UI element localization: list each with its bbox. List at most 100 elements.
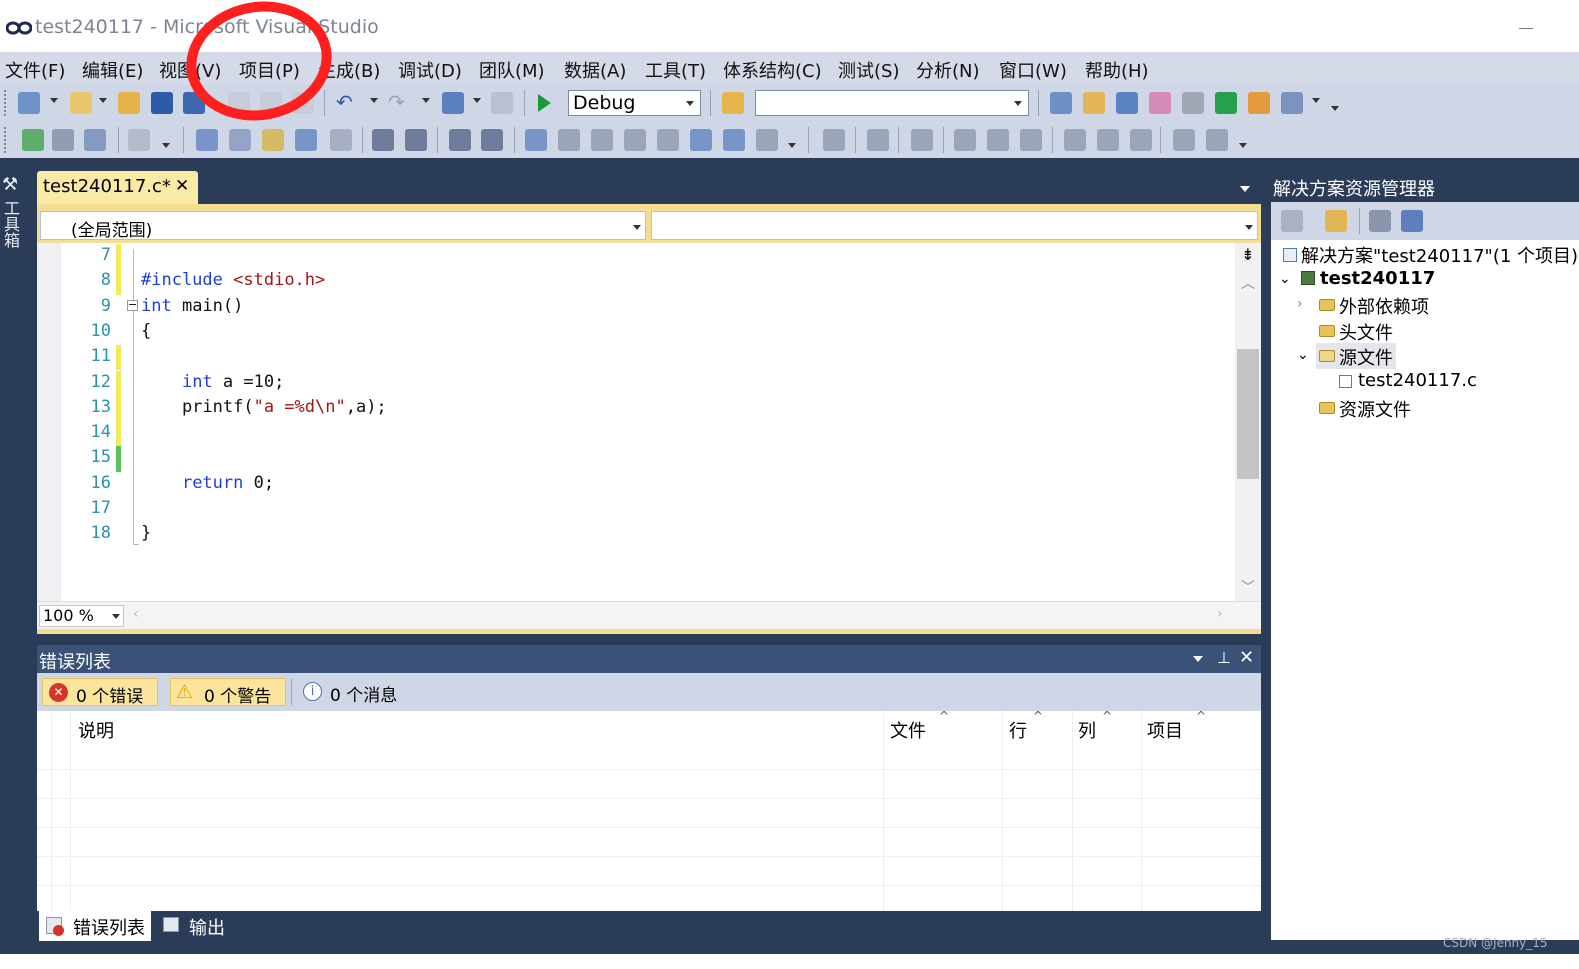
window-position-icon[interactable]	[1193, 656, 1203, 662]
solution-configuration-select[interactable]: Debug	[568, 90, 701, 116]
scroll-up-icon[interactable]: ︿	[1241, 273, 1255, 293]
column-header-column[interactable]: 列	[1078, 717, 1096, 743]
menu-item[interactable]: 分析(N)	[916, 57, 980, 83]
chevron-down-icon[interactable]	[370, 98, 378, 103]
menu-item[interactable]: 调试(D)	[398, 57, 462, 83]
scope-select[interactable]: (全局范围)	[40, 211, 646, 241]
align-middle-icon[interactable]	[1097, 129, 1119, 151]
properties-icon[interactable]	[867, 129, 889, 151]
close-icon[interactable]: ✕	[1239, 647, 1254, 668]
properties-icon[interactable]	[1281, 210, 1303, 232]
pointer-icon[interactable]	[262, 129, 284, 151]
code-line[interactable]: int a =10;	[141, 372, 284, 392]
object-browser-icon[interactable]	[1149, 92, 1171, 114]
menu-item[interactable]: 窗口(W)	[999, 57, 1067, 83]
toolbox-icon[interactable]: ⚒	[2, 174, 18, 195]
tree-item-header-files[interactable]: 头文件	[1339, 319, 1393, 345]
layout-icon[interactable]	[911, 129, 933, 151]
font-icon[interactable]	[295, 129, 317, 151]
menu-item[interactable]: 帮助(H)	[1085, 57, 1149, 83]
toolbar-options-icon[interactable]	[788, 143, 796, 148]
grid-icon[interactable]	[52, 129, 74, 151]
toolbar-grip[interactable]	[4, 127, 9, 153]
toolbox-icon[interactable]	[1182, 92, 1204, 114]
collapse-outline-icon[interactable]: −	[127, 299, 138, 311]
menu-item[interactable]: 文件(F)	[5, 57, 65, 83]
code-line[interactable]: {	[141, 321, 151, 341]
redo-icon[interactable]: ↷	[388, 92, 410, 114]
add-item-icon[interactable]	[70, 92, 92, 114]
open-folder-icon[interactable]	[118, 92, 140, 114]
chevron-down-icon[interactable]	[1312, 98, 1320, 103]
align-center-icon[interactable]	[987, 129, 1009, 151]
rectangle-icon[interactable]	[525, 129, 547, 151]
errors-filter-button[interactable]: ✕ 0 个错误	[42, 678, 158, 707]
pin-icon[interactable]: ⊥	[1217, 648, 1231, 667]
member-select[interactable]	[651, 211, 1258, 240]
minimize-button[interactable]	[1515, 12, 1539, 36]
menu-item[interactable]: 工具(T)	[645, 57, 706, 83]
view-code-icon[interactable]	[196, 129, 218, 151]
code-line[interactable]: int main()	[141, 296, 243, 316]
tree-item-source-file[interactable]: test240117.c	[1358, 370, 1477, 391]
class-view-icon[interactable]	[1248, 92, 1270, 114]
toolbox-tab[interactable]: 工具箱	[1, 200, 22, 248]
toolbar-options-icon[interactable]	[162, 143, 170, 148]
column-header-project[interactable]: 项目	[1147, 717, 1183, 743]
horizontal-spacing-icon[interactable]	[1173, 129, 1195, 151]
callout-icon[interactable]	[657, 129, 679, 151]
navigate-backward-icon[interactable]	[442, 92, 464, 114]
chevron-down-icon[interactable]: ⌄	[1297, 347, 1309, 363]
delete-icon[interactable]	[128, 129, 150, 151]
tree-item-source-files[interactable]: 源文件	[1339, 344, 1393, 370]
outdent-icon[interactable]	[405, 129, 427, 151]
chevron-down-icon[interactable]	[50, 98, 58, 103]
chevron-down-icon[interactable]	[473, 98, 481, 103]
column-header-file[interactable]: 文件	[890, 717, 926, 743]
tree-item-solution[interactable]: 解决方案"test240117"(1 个项目)	[1301, 242, 1578, 268]
tab-list-dropdown-icon[interactable]	[1240, 186, 1250, 192]
start-debugging-icon[interactable]	[538, 94, 551, 112]
indent-icon[interactable]	[372, 129, 394, 151]
menu-item[interactable]: 测试(S)	[838, 57, 899, 83]
save-icon[interactable]	[151, 92, 173, 114]
callout-icon[interactable]	[558, 129, 580, 151]
chevron-right-icon[interactable]: ›	[1297, 296, 1303, 312]
find-in-files-icon[interactable]	[722, 92, 744, 114]
toolbar-options-icon[interactable]	[1331, 106, 1339, 111]
code-line[interactable]: return 0;	[141, 473, 274, 493]
navigate-forward-icon[interactable]	[491, 92, 513, 114]
column-header-line[interactable]: 行	[1009, 717, 1027, 743]
messages-filter-button[interactable]: i 0 个消息	[301, 678, 411, 706]
move-right-icon[interactable]	[723, 129, 745, 151]
comment-icon[interactable]	[449, 129, 471, 151]
scroll-down-icon[interactable]: ﹀	[1241, 577, 1255, 597]
vertical-scrollbar[interactable]: ⇟ ︿ ﹀	[1235, 243, 1261, 601]
warnings-filter-button[interactable]: ⚠ 0 个警告	[170, 678, 286, 707]
undo-icon[interactable]: ↶	[336, 92, 358, 114]
chevron-down-icon[interactable]: ⌄	[1279, 271, 1291, 287]
vertical-spacing-icon[interactable]	[1206, 129, 1228, 151]
menu-item[interactable]: 团队(M)	[479, 57, 545, 83]
scrollbar-thumb[interactable]	[1237, 349, 1259, 479]
column-header-description[interactable]: 说明	[78, 717, 114, 743]
tab-error-list[interactable]: 错误列表	[39, 911, 151, 941]
scroll-left-icon[interactable]: ‹	[133, 606, 139, 622]
bring-front-icon[interactable]	[229, 129, 251, 151]
solution-explorer-icon[interactable]	[1083, 92, 1105, 114]
callout-icon[interactable]	[591, 129, 613, 151]
align-bottom-icon[interactable]	[1130, 129, 1152, 151]
toolbar-grip[interactable]	[4, 90, 9, 116]
help-f1-icon[interactable]	[823, 129, 845, 151]
code-editor[interactable]: − 7 8 #include <stdio.h> 9 int main() 10 {11 12…	[37, 243, 1261, 601]
menu-item[interactable]: 体系结构(C)	[723, 57, 822, 83]
menu-item[interactable]: 数据(A)	[564, 57, 626, 83]
code-line[interactable]: printf("a =%d\n",a);	[141, 397, 387, 417]
view-code-icon[interactable]	[1369, 210, 1391, 232]
find-icon[interactable]	[1050, 92, 1072, 114]
comment-bubble-icon[interactable]	[756, 129, 778, 151]
debug-next-icon[interactable]	[22, 129, 44, 151]
align-right-icon[interactable]	[1020, 129, 1042, 151]
start-page-icon[interactable]	[1215, 92, 1237, 114]
menu-item[interactable]: 编辑(E)	[82, 57, 143, 83]
